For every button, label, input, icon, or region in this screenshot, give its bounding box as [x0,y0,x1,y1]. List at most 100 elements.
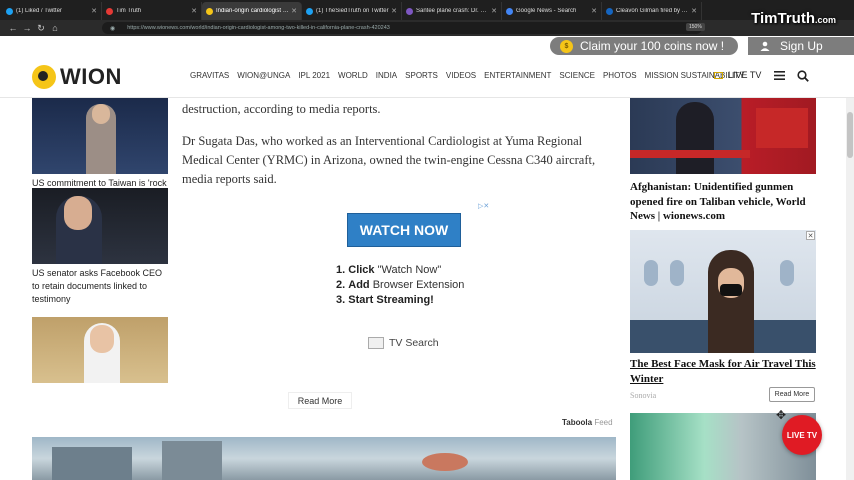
scrollbar-thumb[interactable] [847,112,853,158]
browser-tab[interactable]: Google News - Search ✕ [502,2,602,20]
tab-close-icon[interactable]: ✕ [391,7,397,15]
news-ticker-band [630,150,750,158]
promo-bar: $ Claim your 100 coins now ! Sign Up [0,36,854,56]
address-bar[interactable]: ◉ https://www.wionews.com/world/indian-o… [102,22,702,34]
browser-toolbar: ← → ↻ ⌂ ◉ https://www.wionews.com/world/… [0,20,854,36]
tab-favicon-icon [6,7,13,15]
nav-item[interactable]: ENTERTAINMENT [484,71,551,80]
tab-close-icon[interactable]: ✕ [491,7,497,15]
story-thumbnail [32,317,168,383]
read-more-button[interactable]: Read More [288,392,352,409]
nav-item[interactable]: WORLD [338,71,368,80]
tab-favicon-icon [106,7,113,15]
forward-icon[interactable]: → [20,23,34,33]
article-paragraph: Dr Sugata Das, who worked as an Interven… [182,134,596,186]
user-icon [760,41,770,51]
browser-tab[interactable]: Santee plane crash: Dr. Sugata✕ [402,2,502,20]
watermark-suffix: .com [814,15,836,25]
tab-favicon-icon [406,7,413,15]
tab-label: Cleavon Gilman fired by Yuma [616,8,690,14]
logo-text: WION [60,64,122,89]
claim-coins-button[interactable]: $ Claim your 100 coins now ! [550,37,738,55]
scrollbar[interactable] [846,98,854,480]
nav-item[interactable]: SCIENCE [559,71,595,80]
ad-step-number: 1. [336,264,346,276]
browser-tab[interactable]: Indian-origin cardiologist amo ✕ [202,2,302,20]
nav-item[interactable]: PHOTOS [603,71,637,80]
back-icon[interactable]: ← [6,23,20,33]
live-tv-link[interactable]: LIVE TV [714,70,761,80]
browser-tab[interactable]: (1) TheSiedTruth on Twitter ✕ [302,2,402,20]
claim-coins-label: Claim your 100 coins now ! [580,39,725,53]
window-shape [644,260,658,286]
tab-close-icon[interactable]: ✕ [91,7,97,15]
ad-step-action: Click [348,264,375,276]
sponsored-read-more-button[interactable]: Read More [769,387,815,402]
browser-tab[interactable]: Cleavon Gilman fired by Yuma ✕ [602,2,702,20]
wion-logo[interactable]: WION [32,64,122,90]
home-icon[interactable]: ⌂ [48,23,62,33]
related-story-caption[interactable]: Afghanistan: Unidentified gunmen opened … [630,180,816,224]
tab-close-icon[interactable]: ✕ [291,7,297,15]
nav-item[interactable]: VIDEOS [446,71,476,80]
tv-icon [714,71,723,79]
tab-close-icon[interactable]: ✕ [691,7,697,15]
nav-item[interactable]: INDIA [376,71,397,80]
nav-item[interactable]: WION@UNGA [237,71,290,80]
ad-step: 2. Add Browser Extension [336,278,464,293]
tab-label: Tim Truth [116,8,142,14]
live-tv-floating-button[interactable]: LIVE TV [782,415,822,455]
live-tv-label: LIVE TV [728,70,762,80]
tab-label: (1) Liked / Twitter [16,8,62,14]
tab-label: Santee plane crash: Dr. Sugata [416,8,489,14]
tv-search-icon [368,337,384,349]
feed-image[interactable] [32,437,616,480]
browser-tab[interactable]: Tim Truth ✕ [102,2,202,20]
sponsored-caption[interactable]: The Best Face Mask for Air Travel This W… [630,357,816,387]
close-icon[interactable]: ✕ [806,231,815,240]
tv-search-ad[interactable]: WATCH NOW 1. Click "Watch Now" 2. Add Bro… [330,200,490,360]
face-mask-shape [720,284,742,296]
logo-globe-icon [32,65,56,89]
nav-item[interactable]: GRAVITAS [190,71,229,80]
url-text: https://www.wionews.com/world/indian-ori… [127,25,390,31]
tab-close-icon[interactable]: ✕ [591,7,597,15]
ad-step-detail: "Watch Now" [374,264,442,276]
ad-choices-icon[interactable]: ▷✕ [478,202,489,210]
reload-icon[interactable]: ↻ [34,23,48,34]
sidebar-story[interactable] [32,317,168,383]
blimp-shape [422,453,468,471]
nav-item[interactable]: IPL 2021 [298,71,330,80]
window-shape [670,260,684,286]
watermark: TimTruth.com [751,10,836,27]
zoom-badge[interactable]: 150% [686,23,705,31]
tab-favicon-icon [506,7,513,15]
site-header: WION GRAVITAS WION@UNGA IPL 2021 WORLD INDIA… [0,56,854,98]
story-thumbnail [32,188,168,264]
taboola-feed-label: Taboola Feed [562,418,613,427]
anchor-figure [676,102,714,174]
main-menu: GRAVITAS WION@UNGA IPL 2021 WORLD INDIA SPORT… [190,71,752,80]
sidebar-story[interactable]: US senator asks Facebook CEO to retain d… [32,188,168,306]
story-caption: US senator asks Facebook CEO to retain d… [32,268,163,304]
sponsored-image[interactable] [630,230,816,353]
tab-favicon-icon [606,7,613,15]
news-ticker-box [756,108,808,148]
taboola-brand: Taboola [562,418,593,427]
window-shape [780,260,794,286]
nav-item[interactable]: SPORTS [405,71,438,80]
tab-label: Google News - Search [516,8,577,14]
tab-favicon-icon [306,7,313,15]
browser-tab[interactable]: (1) Liked / Twitter ✕ [2,2,102,20]
watermark-main: TimTruth [751,10,815,27]
related-story-image[interactable] [630,98,816,174]
search-icon[interactable] [797,70,809,82]
tab-close-icon[interactable]: ✕ [191,7,197,15]
ad-step-action: Add [348,279,370,291]
browser-window: (1) Liked / Twitter ✕ Tim Truth ✕ Indian-ori… [0,0,854,480]
move-cursor-icon: ✥ [776,408,787,422]
sponsor-name: Sonovia [630,391,657,400]
sign-up-button[interactable]: Sign Up [748,37,854,55]
watch-now-button[interactable]: WATCH NOW [347,213,461,247]
hamburger-menu-icon[interactable] [774,70,785,81]
